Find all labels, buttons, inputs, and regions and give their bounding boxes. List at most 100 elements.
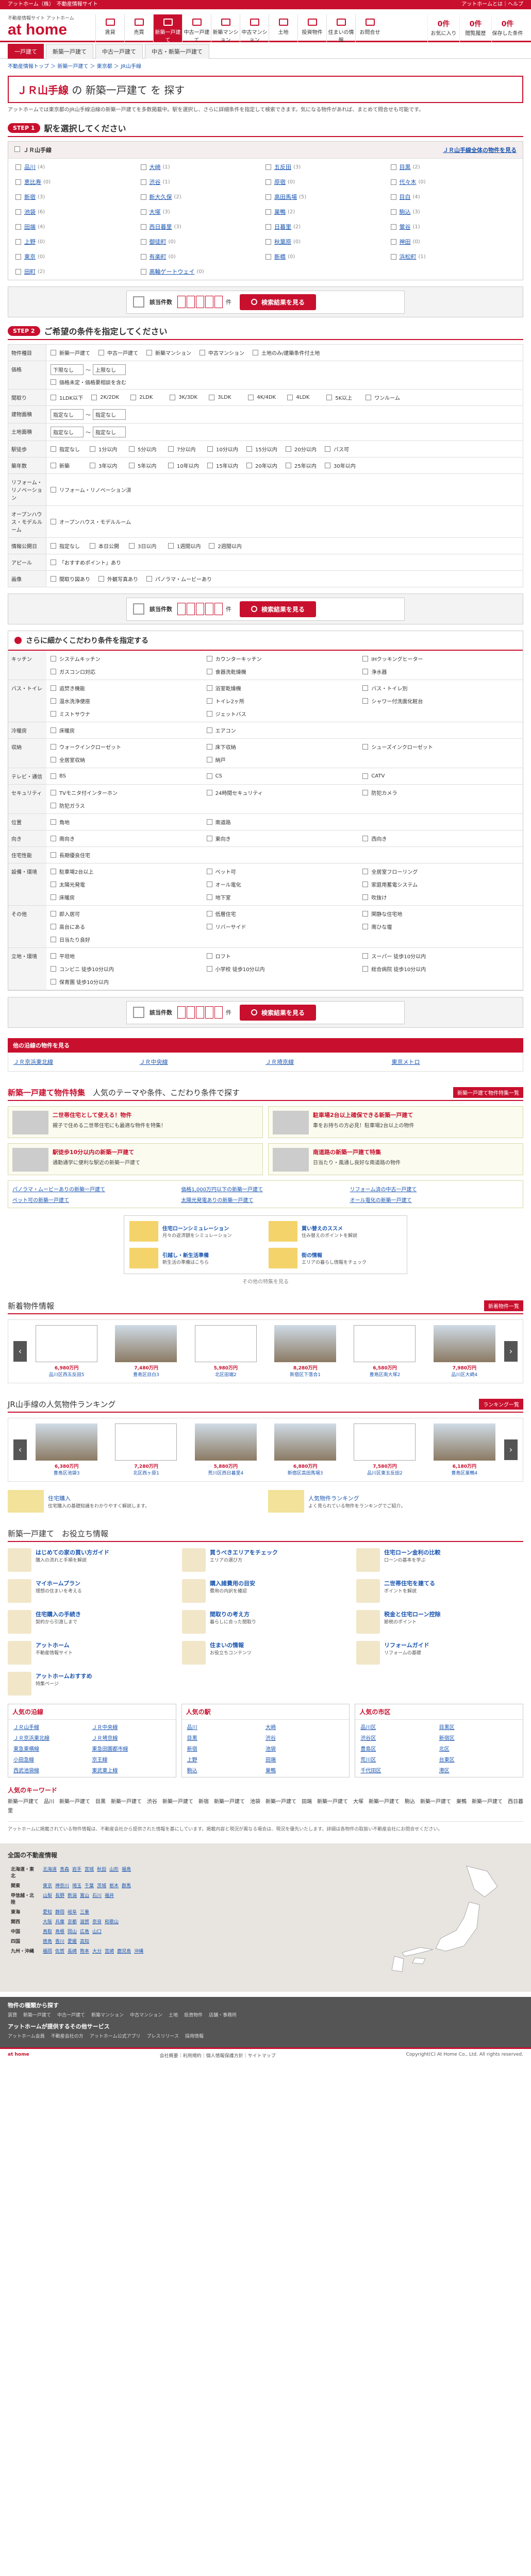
checkbox[interactable]	[209, 395, 215, 400]
checkbox[interactable]	[140, 224, 146, 230]
station-name[interactable]: 池袋	[24, 208, 36, 216]
station-name[interactable]: 大塚	[150, 208, 161, 216]
checkbox[interactable]	[51, 727, 56, 733]
station-item[interactable]: 大崎 (1)	[140, 163, 266, 171]
option-item[interactable]: 5K以上	[326, 394, 357, 401]
station-name[interactable]: 渋谷	[150, 178, 161, 186]
checkbox[interactable]	[209, 543, 215, 549]
other-line-link[interactable]: ＪＲ中央線	[140, 1058, 266, 1066]
station-item[interactable]: 神田 (0)	[390, 238, 516, 246]
prefecture-link[interactable]: 岐阜	[68, 1910, 77, 1915]
station-name[interactable]: 東京	[24, 252, 36, 261]
prefecture-link[interactable]: 栃木	[109, 1884, 119, 1889]
line-checkbox[interactable]	[14, 146, 20, 152]
checkbox[interactable]	[248, 395, 254, 400]
kodawari-item[interactable]: 低層住宅	[206, 910, 363, 918]
station-item[interactable]: 目黒 (2)	[390, 163, 516, 171]
prefecture-link[interactable]: 大分	[92, 1949, 102, 1954]
station-item[interactable]: 代々木 (0)	[390, 178, 516, 186]
prefecture-link[interactable]: 新潟	[68, 1893, 77, 1899]
popular-link[interactable]: 港区	[439, 1768, 450, 1774]
useful-item[interactable]: 税金と住宅ローン控除 節税のポイント	[356, 1610, 523, 1634]
kodawari-item[interactable]: 平坦地	[51, 952, 207, 960]
checkbox[interactable]	[51, 803, 56, 808]
checkbox[interactable]	[200, 350, 205, 355]
kodawari-item[interactable]: 24時間セキュリティ	[206, 789, 363, 796]
prefecture-link[interactable]: 宮崎	[105, 1949, 114, 1954]
gnav-item[interactable]: 投資物件	[297, 14, 326, 42]
station-item[interactable]: 大塚 (3)	[140, 208, 266, 216]
option-item[interactable]: ワンルーム	[366, 394, 400, 401]
checkbox[interactable]	[51, 937, 56, 942]
popular-link[interactable]: 巣鴨	[266, 1768, 276, 1774]
option-item[interactable]: 間取り図あり	[51, 575, 90, 583]
search-results-button[interactable]: 検索結果を見る	[240, 601, 317, 617]
checkbox[interactable]	[98, 576, 104, 582]
checkbox[interactable]	[15, 209, 21, 215]
option-item[interactable]: 20年以内	[246, 462, 277, 469]
feature-link[interactable]: パノラマ・ムービーありの新築一戸建て	[12, 1185, 181, 1193]
checkbox[interactable]	[390, 253, 396, 260]
checkbox[interactable]	[206, 711, 212, 717]
checkbox[interactable]	[206, 869, 212, 874]
history-link[interactable]: 0件 閲覧履歴	[459, 14, 491, 42]
station-name[interactable]: 西日暮里	[150, 223, 172, 231]
dark-footer-link[interactable]: 店舗・事務所	[209, 2011, 237, 2018]
checkbox[interactable]	[246, 463, 252, 468]
option-item[interactable]: 1週間以内	[168, 542, 201, 550]
property-card[interactable]: 6,380万円 豊島区池袋3	[36, 1423, 98, 1476]
option-item[interactable]: 20分以内	[286, 445, 317, 453]
line-all-link[interactable]: ＪＲ山手線全体の物件を見る	[443, 146, 517, 154]
kodawari-item[interactable]: カウンターキッチン	[206, 655, 363, 663]
promo-more-link[interactable]: その他の特集を見る	[8, 1277, 523, 1285]
checkbox[interactable]	[390, 224, 396, 230]
station-name[interactable]: 有楽町	[150, 252, 167, 261]
station-item[interactable]: 恵比寿 (0)	[15, 178, 141, 186]
range-select[interactable]: 指定なし	[93, 409, 126, 420]
checkbox[interactable]	[286, 446, 291, 452]
kodawari-item[interactable]: 浄水器	[362, 668, 519, 675]
option-item[interactable]: 5分以内	[129, 445, 160, 453]
option-item[interactable]: 10年以内	[168, 462, 199, 469]
station-name[interactable]: 浜松町	[400, 252, 417, 261]
checkbox[interactable]	[140, 194, 146, 200]
prefecture-link[interactable]: 沖縄	[134, 1949, 143, 1954]
prefecture-link[interactable]: 岡山	[68, 1929, 77, 1935]
kodawari-item[interactable]: オール電化	[206, 880, 363, 888]
gnav-item[interactable]: 新築マンション	[211, 14, 240, 43]
kodawari-item[interactable]: 小学校 徒歩10分以内	[206, 965, 363, 973]
checkbox[interactable]	[266, 179, 271, 185]
checkbox[interactable]	[140, 164, 146, 170]
checkbox[interactable]	[130, 395, 137, 400]
line-name[interactable]: ＪＲ山手線	[14, 146, 52, 154]
station-name[interactable]: 五反田	[274, 163, 291, 171]
useful-item[interactable]: 住宅購入の手続き 契約から引渡しまで	[8, 1610, 175, 1634]
useful-item[interactable]: 二世帯住宅を建てる ポイントを解説	[356, 1579, 523, 1603]
dark-footer-link[interactable]: アットホーム会員	[8, 2032, 45, 2039]
kodawari-item[interactable]: 即入居可	[51, 910, 207, 918]
checkbox[interactable]	[51, 698, 56, 704]
station-item[interactable]: 新宿 (3)	[15, 193, 141, 201]
tab-shinchiku[interactable]: 新築一戸建て	[46, 44, 93, 59]
prefecture-link[interactable]: 神奈川	[55, 1884, 69, 1889]
features-more-button[interactable]: 新築一戸建て物件特集一覧	[453, 1087, 523, 1098]
checkbox[interactable]	[206, 727, 212, 733]
checkbox[interactable]	[15, 224, 21, 230]
popular-link[interactable]: 大崎	[266, 1725, 276, 1731]
useful-item[interactable]: 住宅ローン金利の比較 ローンの基本を学ぶ	[356, 1548, 523, 1572]
kodawari-item[interactable]: シューズインクローゼット	[362, 743, 519, 751]
prefecture-link[interactable]: 千葉	[85, 1884, 94, 1889]
checkbox[interactable]	[207, 463, 213, 468]
kodawari-item[interactable]: エアコン	[206, 726, 363, 734]
popular-link[interactable]: 荒川区	[360, 1757, 376, 1763]
checkbox[interactable]	[51, 446, 56, 452]
popular-link[interactable]: 台東区	[439, 1757, 455, 1763]
checkbox[interactable]	[15, 253, 21, 260]
checkbox[interactable]	[15, 268, 21, 275]
station-item[interactable]: 御徒町 (0)	[140, 238, 266, 246]
prefecture-link[interactable]: 宮城	[85, 1867, 94, 1872]
popular-link[interactable]: 田端	[266, 1757, 276, 1763]
kodawari-item[interactable]: 保育園 徒歩10分以内	[51, 978, 207, 986]
checkbox[interactable]	[51, 911, 56, 917]
popular-link[interactable]: 上野	[187, 1757, 197, 1763]
